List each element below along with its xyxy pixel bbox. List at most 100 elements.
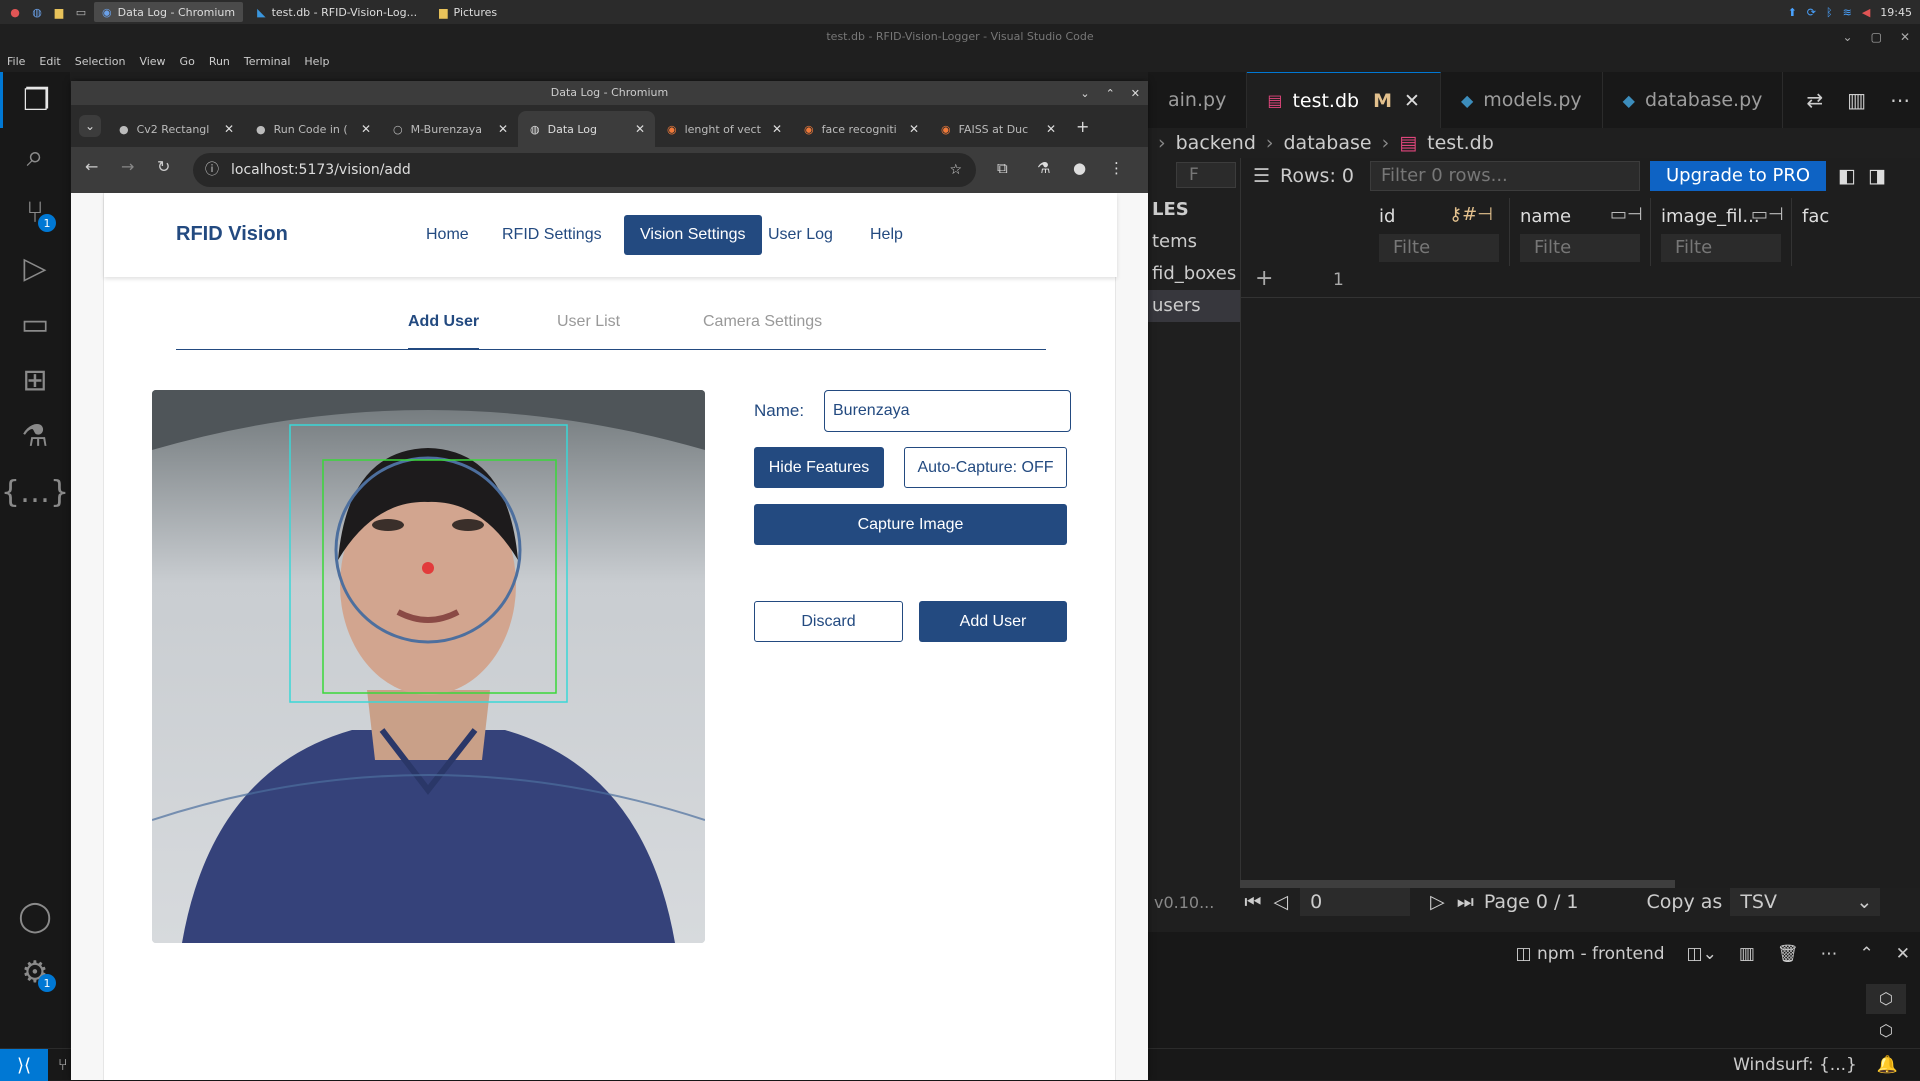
browser-menu-icon[interactable]: ⋮: [1109, 159, 1124, 177]
menu-file[interactable]: File: [0, 55, 32, 68]
reload-icon[interactable]: ↻: [157, 157, 170, 176]
labs-flask-icon[interactable]: ⚗: [1037, 159, 1050, 177]
minimize-icon[interactable]: ⌄: [1080, 87, 1089, 100]
close-tab-icon[interactable]: ✕: [1046, 122, 1056, 136]
windsurf-status[interactable]: Windsurf: {...}: [1733, 1055, 1857, 1075]
extensions-icon[interactable]: ⊞: [0, 352, 70, 408]
menu-run[interactable]: Run: [202, 55, 237, 68]
browser-tab[interactable]: ◉ FAISS at Duc ✕: [929, 111, 1066, 147]
sync-icon[interactable]: ⟳: [1807, 6, 1816, 19]
maximize-icon[interactable]: ⌃: [1106, 87, 1115, 100]
subtab-user-list[interactable]: User List: [557, 305, 620, 350]
browser-tab[interactable]: ● Run Code in ( ✕: [244, 111, 381, 147]
profile-icon[interactable]: ●: [1073, 159, 1086, 177]
json-icon[interactable]: {…}: [0, 464, 70, 520]
name-input[interactable]: [824, 390, 1071, 432]
prev-page-icon[interactable]: ◁: [1273, 891, 1288, 913]
menu-terminal[interactable]: Terminal: [237, 55, 298, 68]
close-tab-icon[interactable]: ✕: [224, 122, 234, 136]
terminal-instance-icon[interactable]: ⬡: [1866, 1016, 1906, 1046]
browser-launcher-icon[interactable]: ◍: [30, 5, 44, 19]
tab-test-db[interactable]: ▤ test.db M ✕: [1247, 72, 1441, 128]
close-icon[interactable]: ✕: [1131, 87, 1140, 100]
file-manager-icon[interactable]: ▆: [52, 5, 66, 19]
column-header-name[interactable]: name ▭⊣ Filte: [1510, 198, 1651, 266]
toggle-panel-icon[interactable]: ◨: [1868, 165, 1886, 187]
column-filter-input[interactable]: Filte: [1379, 234, 1499, 262]
close-tab-icon[interactable]: ✕: [1404, 90, 1420, 112]
source-control-icon[interactable]: ⑂ 1: [0, 184, 70, 240]
site-info-icon[interactable]: ⓘ: [205, 153, 219, 187]
browser-tab[interactable]: ◉ face recogniti ✕: [792, 111, 929, 147]
tab-database-py[interactable]: ◆ database.py: [1603, 72, 1784, 128]
bell-icon[interactable]: 🔔: [1877, 1055, 1898, 1075]
remote-indicator-icon[interactable]: ⟩⟨: [0, 1049, 48, 1081]
bookmark-star-icon[interactable]: ☆: [949, 153, 962, 187]
table-filter-input[interactable]: F: [1176, 162, 1236, 188]
close-panel-icon[interactable]: ✕: [1896, 944, 1910, 964]
tab-models-py[interactable]: ◆ models.py: [1441, 72, 1603, 128]
menu-edit[interactable]: Edit: [32, 55, 67, 68]
table-item-rfid-boxes[interactable]: fid_boxes: [1148, 258, 1240, 290]
browser-tab[interactable]: ◉ lenght of vect ✕: [655, 111, 792, 147]
page-input[interactable]: 0: [1300, 888, 1411, 916]
taskbar-item-vscode[interactable]: ◣ test.db - RFID-Vision-Log...: [249, 2, 425, 22]
minimize-icon[interactable]: ⌄: [1843, 30, 1853, 44]
run-debug-icon[interactable]: ▷: [0, 240, 70, 296]
split-editor-icon[interactable]: ▥: [1847, 88, 1866, 112]
new-tab-icon[interactable]: +: [1076, 117, 1089, 136]
extensions-puzzle-icon[interactable]: ⧉: [997, 159, 1008, 177]
back-icon[interactable]: ←: [85, 157, 98, 176]
breadcrumb-item[interactable]: backend: [1176, 132, 1256, 154]
terminal-tab[interactable]: ◫ npm - frontend: [1516, 944, 1665, 964]
volume-icon[interactable]: ◀: [1862, 6, 1870, 19]
maximize-icon[interactable]: ▢: [1871, 30, 1882, 44]
trash-icon[interactable]: 🗑: [1777, 944, 1799, 964]
split-terminal-icon[interactable]: ◫⌄: [1687, 944, 1717, 964]
forward-icon[interactable]: →: [121, 157, 134, 176]
breadcrumb-item[interactable]: database: [1284, 132, 1372, 154]
menu-selection[interactable]: Selection: [68, 55, 133, 68]
subtab-add-user[interactable]: Add User: [408, 305, 480, 350]
wifi-icon[interactable]: ≋: [1843, 6, 1852, 19]
close-tab-icon[interactable]: ✕: [772, 122, 782, 136]
discard-button[interactable]: Discard: [754, 601, 903, 642]
nav-vision-settings[interactable]: Vision Settings: [624, 215, 762, 255]
terminal-instance-icon[interactable]: ⬡: [1866, 984, 1906, 1014]
close-icon[interactable]: ✕: [1900, 30, 1910, 44]
column-header-face[interactable]: fac: [1792, 198, 1920, 266]
close-tab-icon[interactable]: ✕: [361, 122, 371, 136]
subtab-camera-settings[interactable]: Camera Settings: [703, 305, 822, 350]
first-page-icon[interactable]: ⏮: [1244, 891, 1261, 913]
taskbar-item-pictures[interactable]: ▆ Pictures: [431, 2, 505, 22]
toggle-sidebar-icon[interactable]: ◧: [1838, 165, 1856, 187]
browser-tab[interactable]: ○ M-Burenzaya ✕: [381, 111, 518, 147]
menu-help[interactable]: Help: [297, 55, 336, 68]
more-actions-icon[interactable]: ⋯: [1821, 944, 1838, 964]
copy-format-select[interactable]: TSV ⌄: [1730, 888, 1881, 916]
breadcrumb-item[interactable]: test.db: [1427, 132, 1494, 154]
testing-icon[interactable]: ⚗: [0, 408, 70, 464]
upgrade-pro-button[interactable]: Upgrade to PRO: [1650, 161, 1826, 191]
browser-tab[interactable]: ● Cv2 Rectangl ✕: [107, 111, 244, 147]
tab-search-icon[interactable]: ⌄: [79, 115, 101, 137]
explorer-icon[interactable]: ❐: [0, 72, 70, 128]
tab-main-py[interactable]: ain.py: [1148, 72, 1248, 128]
filter-tab[interactable]: F: [1148, 158, 1240, 194]
branch-icon[interactable]: ⑂: [58, 1055, 68, 1074]
update-icon[interactable]: ⬆: [1788, 6, 1797, 19]
column-header-id[interactable]: id ⚷#⊣ Filte: [1369, 198, 1510, 266]
menu-go[interactable]: Go: [173, 55, 202, 68]
settings-gear-icon[interactable]: ⚙ 1: [0, 944, 70, 1000]
taskbar-item-chromium[interactable]: ◉ Data Log - Chromium: [94, 2, 244, 22]
add-row-icon[interactable]: +: [1255, 266, 1273, 291]
next-page-icon[interactable]: ▷: [1430, 891, 1445, 913]
account-icon[interactable]: ◯: [0, 888, 70, 944]
nav-user-log[interactable]: User Log: [752, 215, 849, 255]
raspberry-menu-icon[interactable]: ●: [8, 5, 22, 19]
close-tab-icon[interactable]: ✕: [498, 122, 508, 136]
layout-icon[interactable]: ▥: [1739, 944, 1755, 964]
terminal-launcher-icon[interactable]: ▭: [74, 5, 88, 19]
hide-features-button[interactable]: Hide Features: [754, 447, 884, 488]
clock[interactable]: 19:45: [1880, 6, 1912, 19]
